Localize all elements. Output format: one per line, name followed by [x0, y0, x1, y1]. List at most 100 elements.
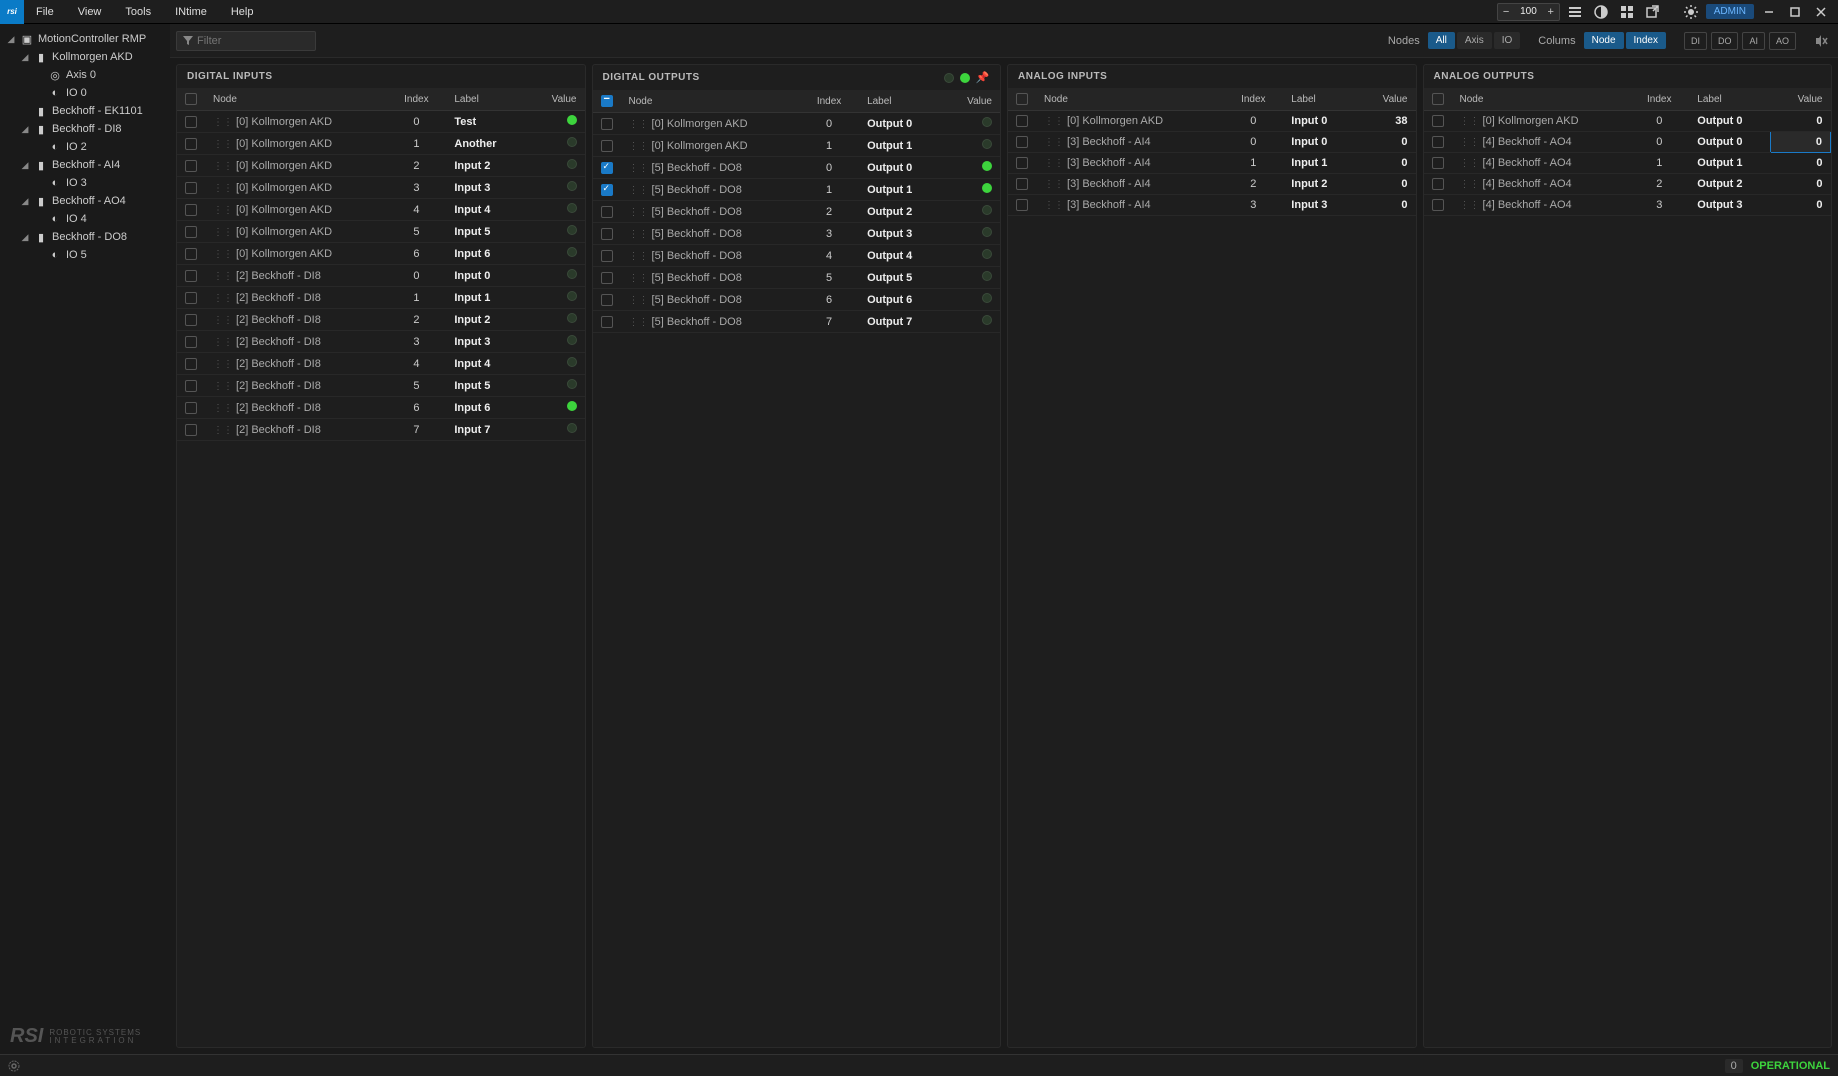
table-row[interactable]: ⋮⋮ [5] Beckhoff - DO86Output 6 — [593, 289, 1001, 311]
row-checkbox[interactable] — [601, 316, 613, 328]
row-checkbox[interactable] — [185, 336, 197, 348]
status-dot-icon[interactable] — [982, 315, 992, 325]
table-row[interactable]: ⋮⋮ [4] Beckhoff - AO43Output 30 — [1424, 195, 1831, 216]
select-all-checkbox[interactable] — [185, 93, 197, 105]
grip-icon[interactable]: ⋮⋮ — [213, 359, 233, 370]
table-row[interactable]: ⋮⋮ [0] Kollmorgen AKD2Input 2 — [177, 155, 585, 177]
table-row[interactable]: ⋮⋮ [0] Kollmorgen AKD1Another — [177, 133, 585, 155]
status-dot-icon[interactable] — [982, 139, 992, 149]
table-row[interactable]: ⋮⋮ [0] Kollmorgen AKD5Input 5 — [177, 221, 585, 243]
table-row[interactable]: ⋮⋮ [2] Beckhoff - DI80Input 0 — [177, 265, 585, 287]
tree-item[interactable]: ◢▮Beckhoff - DO8 — [4, 228, 166, 246]
grip-icon[interactable]: ⋮⋮ — [1460, 137, 1480, 148]
table-row[interactable]: ⋮⋮ [0] Kollmorgen AKD0Test — [177, 111, 585, 133]
row-checkbox[interactable] — [185, 270, 197, 282]
grip-icon[interactable]: ⋮⋮ — [629, 141, 649, 152]
grip-icon[interactable]: ⋮⋮ — [1460, 116, 1480, 127]
grip-icon[interactable]: ⋮⋮ — [213, 139, 233, 150]
tree-item[interactable]: ◎Axis 0 — [4, 66, 166, 84]
row-checkbox[interactable] — [185, 380, 197, 392]
status-dot-icon[interactable] — [982, 271, 992, 281]
table-row[interactable]: ⋮⋮ [3] Beckhoff - AI43Input 30 — [1008, 195, 1416, 216]
panel-btn-ao[interactable]: AO — [1769, 32, 1796, 50]
table-row[interactable]: ⋮⋮ [0] Kollmorgen AKD4Input 4 — [177, 199, 585, 221]
row-checkbox[interactable] — [1016, 199, 1028, 211]
row-checkbox[interactable] — [185, 424, 197, 436]
popout-icon[interactable] — [1642, 1, 1664, 23]
grip-icon[interactable]: ⋮⋮ — [1460, 179, 1480, 190]
value-input[interactable] — [1792, 136, 1822, 148]
tree-item[interactable]: ◢▣MotionController RMP — [4, 30, 166, 48]
status-dot-icon[interactable] — [982, 117, 992, 127]
table-row[interactable]: ⋮⋮ [0] Kollmorgen AKD3Input 3 — [177, 177, 585, 199]
grip-icon[interactable]: ⋮⋮ — [629, 317, 649, 328]
table-row[interactable]: ⋮⋮ [5] Beckhoff - DO83Output 3 — [593, 223, 1001, 245]
grip-icon[interactable]: ⋮⋮ — [629, 207, 649, 218]
grip-icon[interactable]: ⋮⋮ — [629, 295, 649, 306]
row-checkbox[interactable] — [1016, 136, 1028, 148]
grip-icon[interactable]: ⋮⋮ — [213, 425, 233, 436]
table-row[interactable]: ⋮⋮ [3] Beckhoff - AI41Input 10 — [1008, 153, 1416, 174]
gear-icon[interactable] — [8, 1060, 20, 1072]
row-checkbox[interactable] — [1432, 115, 1444, 127]
table-row[interactable]: ⋮⋮ [2] Beckhoff - DI82Input 2 — [177, 309, 585, 331]
row-checkbox[interactable] — [1016, 178, 1028, 190]
row-checkbox[interactable] — [601, 250, 613, 262]
row-checkbox[interactable] — [1016, 157, 1028, 169]
menu-help[interactable]: Help — [219, 0, 266, 24]
grip-icon[interactable]: ⋮⋮ — [629, 229, 649, 240]
status-dot-icon[interactable] — [982, 249, 992, 259]
grip-icon[interactable]: ⋮⋮ — [213, 161, 233, 172]
table-row[interactable]: ⋮⋮ [3] Beckhoff - AI40Input 00 — [1008, 132, 1416, 153]
table-row[interactable]: ⋮⋮ [3] Beckhoff - AI42Input 20 — [1008, 174, 1416, 195]
select-all-checkbox[interactable] — [1432, 93, 1444, 105]
table-row[interactable]: ⋮⋮ [2] Beckhoff - DI85Input 5 — [177, 375, 585, 397]
row-checkbox[interactable] — [185, 138, 197, 150]
row-checkbox[interactable] — [601, 184, 613, 196]
tree-item[interactable]: ◐IO 2 — [4, 138, 166, 156]
admin-badge[interactable]: ADMIN — [1706, 4, 1754, 19]
table-row[interactable]: ⋮⋮ [4] Beckhoff - AO42Output 20 — [1424, 174, 1831, 195]
menu-intime[interactable]: INtime — [163, 0, 219, 24]
grip-icon[interactable]: ⋮⋮ — [1460, 200, 1480, 211]
grip-icon[interactable]: ⋮⋮ — [629, 273, 649, 284]
row-checkbox[interactable] — [185, 314, 197, 326]
tree-item[interactable]: ◢▮Beckhoff - AO4 — [4, 192, 166, 210]
row-checkbox[interactable] — [1016, 115, 1028, 127]
row-checkbox[interactable] — [185, 248, 197, 260]
tree-item[interactable]: ◐IO 4 — [4, 210, 166, 228]
row-checkbox[interactable] — [185, 204, 197, 216]
select-all-checkbox[interactable] — [1016, 93, 1028, 105]
menu-file[interactable]: File — [24, 0, 66, 24]
grip-icon[interactable]: ⋮⋮ — [213, 293, 233, 304]
row-checkbox[interactable] — [185, 160, 197, 172]
table-row[interactable]: ⋮⋮ [2] Beckhoff - DI84Input 4 — [177, 353, 585, 375]
tree-item[interactable]: ◢▮Beckhoff - AI4 — [4, 156, 166, 174]
status-dot-icon[interactable] — [982, 183, 992, 193]
grip-icon[interactable]: ⋮⋮ — [629, 251, 649, 262]
grip-icon[interactable]: ⋮⋮ — [629, 119, 649, 130]
table-row[interactable]: ⋮⋮ [0] Kollmorgen AKD6Input 6 — [177, 243, 585, 265]
table-row[interactable]: ⋮⋮ [5] Beckhoff - DO85Output 5 — [593, 267, 1001, 289]
panel-btn-di[interactable]: DI — [1684, 32, 1707, 50]
zoom-out-button[interactable]: − — [1498, 4, 1514, 20]
tree-item[interactable]: ▮Beckhoff - EK1101 — [4, 102, 166, 120]
row-checkbox[interactable] — [601, 140, 613, 152]
table-row[interactable]: ⋮⋮ [0] Kollmorgen AKD0Output 00 — [1424, 111, 1831, 132]
grip-icon[interactable]: ⋮⋮ — [213, 183, 233, 194]
grip-icon[interactable]: ⋮⋮ — [213, 271, 233, 282]
panel-btn-do[interactable]: DO — [1711, 32, 1739, 50]
table-row[interactable]: ⋮⋮ [5] Beckhoff - DO87Output 7 — [593, 311, 1001, 333]
table-row[interactable]: ⋮⋮ [5] Beckhoff - DO84Output 4 — [593, 245, 1001, 267]
grip-icon[interactable]: ⋮⋮ — [213, 381, 233, 392]
row-checkbox[interactable] — [185, 226, 197, 238]
tree-item[interactable]: ◢▮Beckhoff - DI8 — [4, 120, 166, 138]
pin-icon[interactable]: 📌 — [976, 71, 990, 84]
tree-item[interactable]: ◢▮Kollmorgen AKD — [4, 48, 166, 66]
table-row[interactable]: ⋮⋮ [2] Beckhoff - DI83Input 3 — [177, 331, 585, 353]
grip-icon[interactable]: ⋮⋮ — [629, 185, 649, 196]
row-checkbox[interactable] — [601, 228, 613, 240]
grip-icon[interactable]: ⋮⋮ — [1044, 200, 1064, 211]
grip-icon[interactable]: ⋮⋮ — [629, 163, 649, 174]
grip-icon[interactable]: ⋮⋮ — [213, 249, 233, 260]
